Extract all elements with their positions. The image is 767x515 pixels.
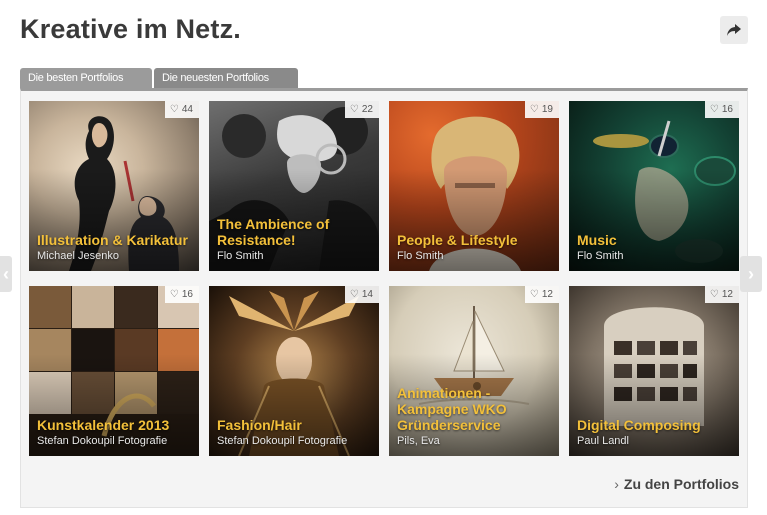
heart-icon: ♡ — [349, 104, 359, 115]
tile-author: Flo Smith — [397, 250, 444, 262]
likes-badge[interactable]: ♡ 22 — [344, 101, 379, 118]
portfolios-link[interactable]: › Zu den Portfolios — [614, 476, 739, 492]
likes-badge[interactable]: ♡ 12 — [524, 286, 559, 303]
tab-newest-portfolios[interactable]: Die neuesten Portfolios — [154, 68, 298, 88]
likes-badge[interactable]: ♡ 12 — [704, 286, 739, 303]
tile-author: Flo Smith — [217, 250, 264, 262]
heart-icon: ♡ — [349, 289, 359, 300]
tile-title: Animationen - Kampagne WKO Gründerservic… — [397, 385, 507, 433]
tile-title: Illustration & Karikatur — [37, 232, 188, 248]
tile-title: Kunstkalender 2013 — [37, 417, 170, 433]
heart-icon: ♡ — [529, 104, 539, 115]
chevron-right-icon: › — [748, 263, 754, 284]
heart-icon: ♡ — [169, 104, 179, 115]
likes-badge[interactable]: ♡ 19 — [524, 101, 559, 118]
likes-badge[interactable]: ♡ 16 — [164, 286, 199, 303]
tile-title: The Ambience of Resistance! — [217, 216, 330, 248]
tile-author: Stefan Dokoupil Fotografie — [217, 435, 348, 447]
portfolio-tile[interactable]: ♡ 16 Kunstkalender 2013 Stefan Dokoupil F… — [29, 286, 199, 456]
page-title: Kreative im Netz. — [20, 14, 241, 44]
portfolio-tile[interactable]: ♡ 22 The Ambience of Resistance! Flo Smit… — [209, 101, 379, 271]
tile-author: Pils, Eva — [397, 435, 440, 447]
chevron-left-icon: ‹ — [3, 263, 9, 284]
tile-author: Stefan Dokoupil Fotografie — [37, 435, 168, 447]
share-button[interactable] — [720, 16, 748, 44]
likes-badge[interactable]: ♡ 16 — [704, 101, 739, 118]
likes-badge[interactable]: ♡ 14 — [344, 286, 379, 303]
tile-author: Flo Smith — [577, 250, 624, 262]
tile-title: Music — [577, 232, 617, 248]
heart-icon: ♡ — [709, 104, 719, 115]
tile-author: Paul Landl — [577, 435, 629, 447]
portfolio-tile[interactable]: ♡ 14 Fashion/Hair Stefan Dokoupil Fotogra… — [209, 286, 379, 456]
heart-icon: ♡ — [709, 289, 719, 300]
tile-author: Michael Jesenko — [37, 250, 119, 262]
tile-title: Fashion/Hair — [217, 417, 302, 433]
portfolio-tile[interactable]: ♡ 16 Music Flo Smith — [569, 101, 739, 271]
heart-icon: ♡ — [529, 289, 539, 300]
heart-icon: ♡ — [169, 289, 179, 300]
chevron-right-icon: › — [614, 476, 619, 492]
tile-title: Digital Composing — [577, 417, 701, 433]
portfolio-tabs: Die besten Portfolios Die neuesten Portf… — [20, 68, 300, 88]
carousel-prev-button[interactable]: ‹ — [0, 256, 12, 292]
tile-title: People & Lifestyle — [397, 232, 518, 248]
portfolio-tile[interactable]: ♡ 12 Digital Composing Paul Landl — [569, 286, 739, 456]
portfolio-tile[interactable]: ♡ 12 Animationen - Kampagne WKO Gründerse… — [389, 286, 559, 456]
share-icon — [727, 24, 741, 36]
tab-best-portfolios[interactable]: Die besten Portfolios — [20, 68, 152, 88]
portfolio-tile[interactable]: ♡ 19 People & Lifestyle Flo Smith — [389, 101, 559, 271]
likes-badge[interactable]: ♡ 44 — [164, 101, 199, 118]
portfolio-tile[interactable]: ♡ 44 Illustration & Karikatur Michael Jes… — [29, 101, 199, 271]
carousel-next-button[interactable]: › — [740, 256, 762, 292]
